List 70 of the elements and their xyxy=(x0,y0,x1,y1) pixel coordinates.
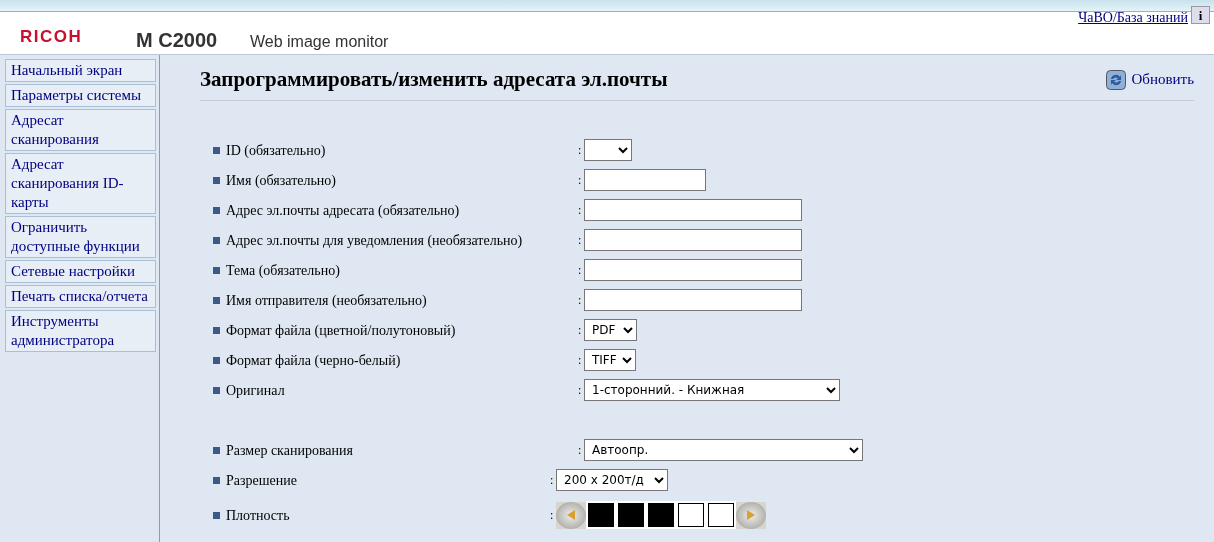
right-arrow-icon xyxy=(745,509,757,522)
refresh-icon xyxy=(1105,69,1126,90)
colon: : xyxy=(578,322,583,340)
colon: : xyxy=(578,352,583,370)
sidebar-item[interactable]: Начальный экран xyxy=(5,59,156,82)
input-field[interactable] xyxy=(584,229,802,252)
model-name: M C2000 xyxy=(136,28,218,53)
info-button[interactable]: i xyxy=(1191,6,1210,24)
help-link[interactable]: ЧаВО/База знаний xyxy=(1078,7,1188,28)
bullet-icon xyxy=(213,206,220,214)
dropdown[interactable]: TIFF xyxy=(584,349,636,372)
sidebar-item[interactable]: Сетевые настройки xyxy=(5,260,156,283)
colon: : xyxy=(550,472,555,490)
colon: : xyxy=(578,382,583,400)
product-name: Web image monitor xyxy=(250,32,389,52)
colon: : xyxy=(578,202,583,220)
bullet-icon xyxy=(213,511,220,519)
field-label: Формат файла (цветной/полутоновый) xyxy=(226,321,456,340)
bullet-icon xyxy=(213,326,220,334)
field-label: Оригинал xyxy=(226,381,285,400)
input-field[interactable] xyxy=(584,169,706,192)
bullet-icon xyxy=(213,476,220,484)
bullet-icon xyxy=(213,146,220,154)
colon: : xyxy=(550,507,555,525)
field-label: Формат файла (черно-белый) xyxy=(226,351,401,370)
input-field[interactable] xyxy=(584,289,802,312)
sidebar-item[interactable]: Печать списка/отчета xyxy=(5,285,156,308)
sidebar-item[interactable]: Адресат сканирования xyxy=(5,109,156,151)
field-label: ID (обязательно) xyxy=(226,141,326,160)
sidebar-item[interactable]: Инструменты администратора xyxy=(5,310,156,352)
field-label: Разрешение xyxy=(226,471,297,490)
colon: : xyxy=(578,292,583,310)
colon: : xyxy=(578,262,583,280)
dropdown[interactable]: Автоопр. xyxy=(584,439,863,462)
bullet-icon xyxy=(213,386,220,394)
left-arrow-icon xyxy=(565,509,577,522)
page-title: Запрограммировать/изменить адресата эл.почты xyxy=(200,67,668,93)
colon: : xyxy=(578,142,583,160)
field-label: Тема (обязательно) xyxy=(226,261,340,280)
bullet-icon xyxy=(213,356,220,364)
field-label: Плотность xyxy=(226,506,290,525)
dropdown[interactable]: 1-сторонний. - Книжная xyxy=(584,379,840,402)
density-cell xyxy=(588,503,614,528)
bullet-icon xyxy=(213,236,220,244)
dropdown[interactable]: 200 x 200т/д xyxy=(556,469,668,492)
bullet-icon xyxy=(213,266,220,274)
input-field[interactable] xyxy=(584,259,802,282)
density-cell xyxy=(618,503,644,528)
field-label: Имя отправителя (необязательно) xyxy=(226,291,427,310)
sidebar-item[interactable]: Параметры системы xyxy=(5,84,156,107)
field-label: Имя (обязательно) xyxy=(226,171,337,190)
density-cell xyxy=(648,503,674,528)
field-label: Адрес эл.почты для уведомления (необязательно) xyxy=(226,231,523,250)
input-field[interactable] xyxy=(584,199,802,222)
field-label: Размер сканирования xyxy=(226,441,353,460)
field-label: Адрес эл.почты адресата (обязательно) xyxy=(226,201,460,220)
sidebar-item[interactable]: Ограничить доступные функции xyxy=(5,216,156,258)
colon: : xyxy=(578,442,583,460)
dropdown[interactable]: PDF xyxy=(584,319,637,342)
sidebar-item[interactable]: Адресат сканирования ID-карты xyxy=(5,153,156,214)
density-cell xyxy=(678,503,704,528)
bullet-icon xyxy=(213,176,220,184)
bullet-icon xyxy=(213,446,220,454)
density-cell xyxy=(708,503,734,528)
bullet-icon xyxy=(213,296,220,304)
refresh-link[interactable]: Обновить xyxy=(1105,68,1194,91)
colon: : xyxy=(578,172,583,190)
colon: : xyxy=(578,232,583,250)
brand-logo: RICOH xyxy=(20,26,83,48)
dropdown[interactable] xyxy=(584,139,632,162)
